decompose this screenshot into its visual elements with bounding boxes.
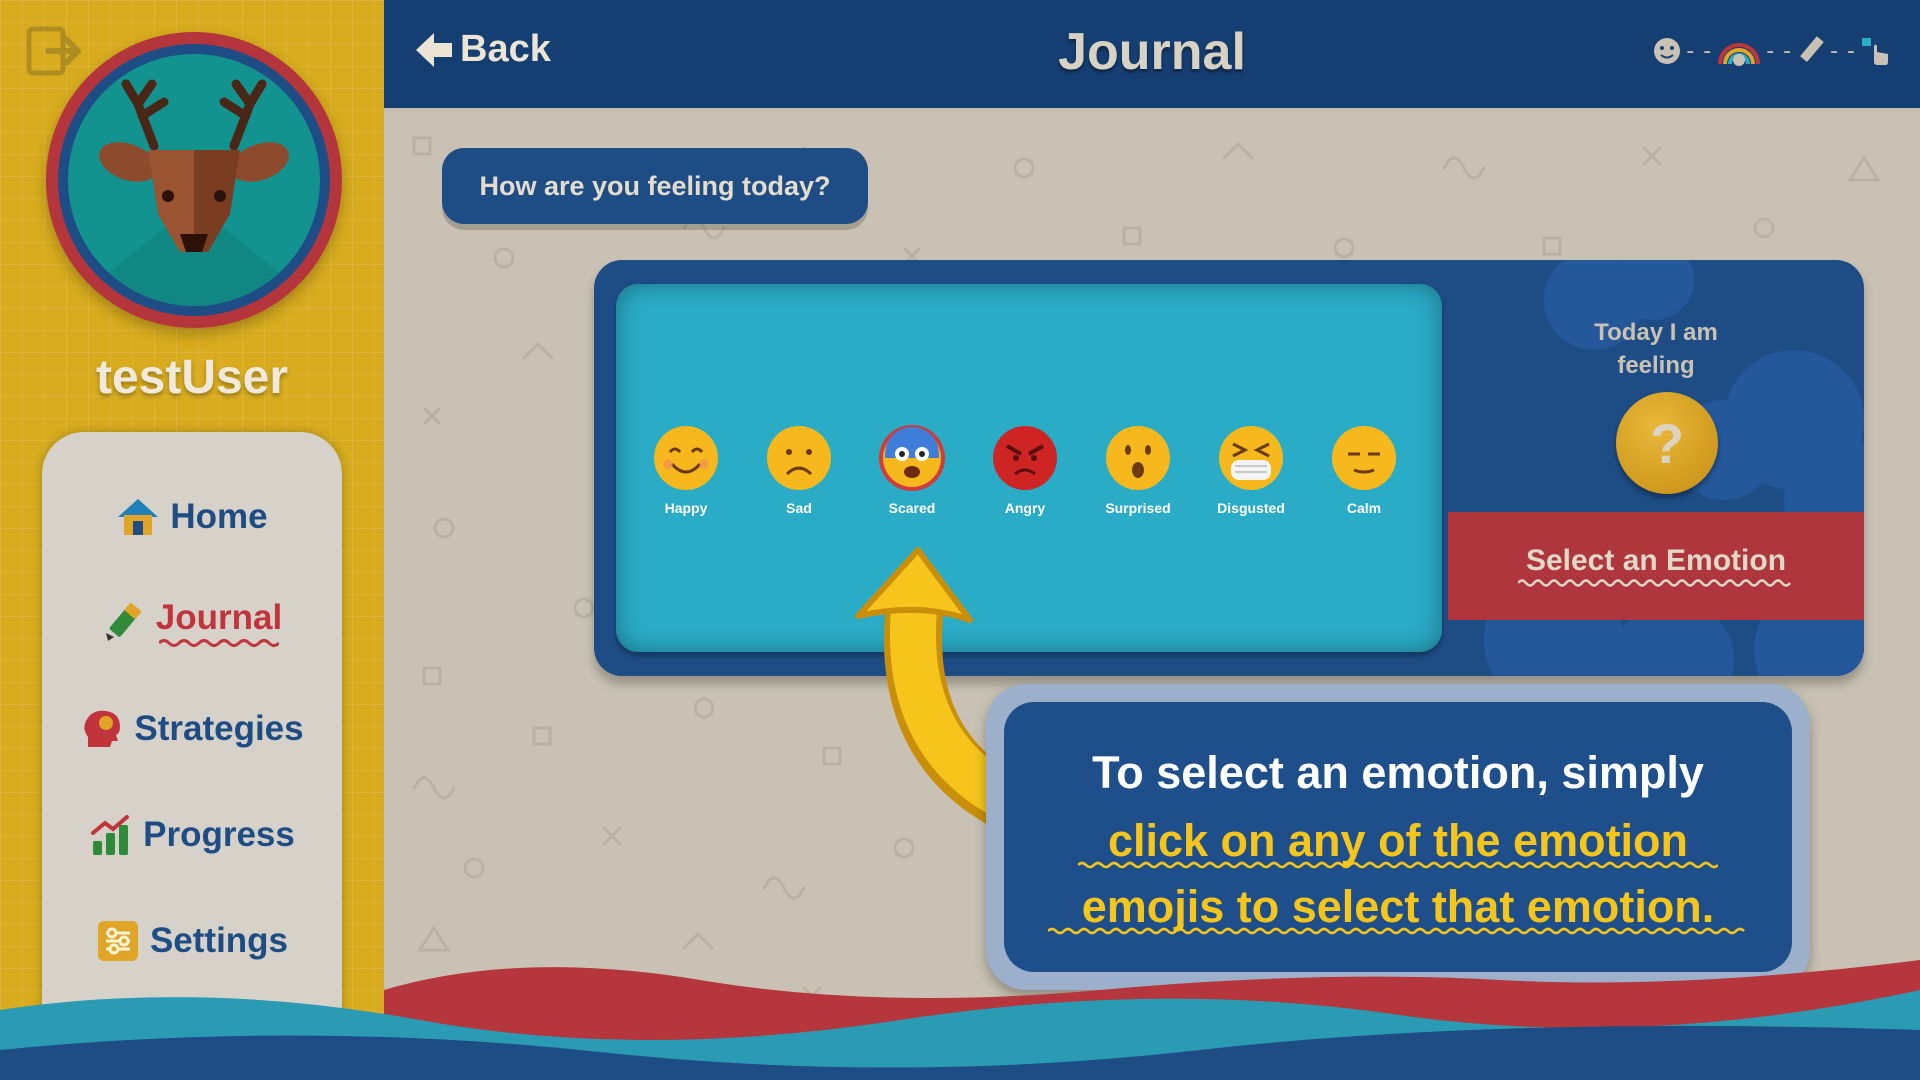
surprised-emoji-icon <box>1106 426 1170 490</box>
tutorial-tooltip: To select an emotion, simply click on an… <box>986 684 1810 990</box>
emotion-card: Happy Sad Scared Angry Surprised Disgust… <box>594 260 1864 676</box>
disgusted-emoji-icon <box>1219 426 1283 490</box>
nav-label-settings: Settings <box>149 921 289 960</box>
scared-emoji-icon <box>879 425 945 491</box>
rainbow-step-icon <box>1718 43 1761 66</box>
emotion-label: Calm <box>1346 500 1382 516</box>
angry-emoji-icon <box>993 426 1057 490</box>
feeling-title-line2: feeling <box>1617 352 1695 379</box>
emotion-calm[interactable]: Calm <box>1330 424 1398 516</box>
sliders-icon <box>97 921 138 961</box>
nav-label-strategies: Strategies <box>134 709 304 748</box>
emotion-sad[interactable]: Sad <box>765 424 833 516</box>
feeling-title-line1: Today I am <box>1594 319 1718 346</box>
step-connector: - - <box>1766 38 1793 64</box>
emotion-happy[interactable]: Happy <box>652 424 720 516</box>
pencil-step-icon <box>1800 36 1824 62</box>
nav-label-home: Home <box>170 497 268 536</box>
calm-emoji-icon <box>1332 426 1396 490</box>
header: Back Journal - - - - - - <box>384 0 1920 108</box>
logout-icon[interactable] <box>26 26 82 76</box>
nav-item-journal[interactable]: Journal <box>42 588 342 658</box>
active-underline <box>158 639 279 647</box>
home-icon <box>118 499 159 535</box>
pointer-step-icon <box>1862 38 1888 65</box>
emotion-label: Sad <box>786 500 812 516</box>
progress-steps: - - - - - - <box>1652 36 1890 66</box>
happy-emoji-icon <box>654 426 718 490</box>
tutorial-underline-1 <box>1078 861 1718 869</box>
emotion-label: Angry <box>1004 500 1046 516</box>
bottom-waves <box>0 960 1920 1080</box>
emotion-surprised[interactable]: Surprised <box>1104 424 1172 516</box>
emotion-label: Happy <box>664 500 708 516</box>
deer-icon <box>68 79 320 306</box>
nav-item-strategies[interactable]: Strategies <box>42 694 342 764</box>
sidebar: testUser Home Journal Strategies Progres… <box>0 0 384 1080</box>
tutorial-line-1: To select an emotion, simply <box>1092 747 1704 798</box>
username: testUser <box>95 351 289 404</box>
head-icon <box>84 710 121 747</box>
emotion-label: Scared <box>888 500 936 516</box>
nav-item-progress[interactable]: Progress <box>42 800 342 870</box>
step-connector: - - <box>1830 38 1856 64</box>
question-mark-icon: ? <box>1616 392 1718 494</box>
feeling-panel: Today I am feeling ? Select an Emotion <box>1448 260 1864 676</box>
select-emotion-label: Select an Emotion <box>1525 544 1787 577</box>
tutorial-tooltip-body: To select an emotion, simply click on an… <box>1004 702 1792 972</box>
chart-icon <box>91 815 130 855</box>
emotion-scared[interactable]: Scared <box>878 424 946 516</box>
select-emotion-button[interactable]: Select an Emotion <box>1448 512 1864 620</box>
pencil-icon <box>105 602 142 641</box>
feeling-title: Today I am feeling <box>1448 316 1864 382</box>
step-connector: - - <box>1686 38 1713 64</box>
emotion-label: Disgusted <box>1217 500 1285 516</box>
select-underline <box>1518 579 1791 587</box>
nav-label-progress: Progress <box>143 815 295 854</box>
nav-label-journal: Journal <box>155 598 283 637</box>
emotion-disgusted[interactable]: Disgusted <box>1217 424 1285 516</box>
sad-emoji-icon <box>767 426 831 490</box>
emoji-row: Happy Sad Scared Angry Surprised Disgust… <box>652 424 1398 516</box>
emotion-angry[interactable]: Angry <box>991 424 1059 516</box>
question-text: How are you feeling today? <box>479 170 831 201</box>
nav-item-home[interactable]: Home <box>42 482 342 552</box>
avatar[interactable] <box>46 32 342 328</box>
tutorial-underline-2 <box>1048 927 1745 935</box>
question-bubble: How are you feeling today? <box>442 148 868 224</box>
emotion-label: Surprised <box>1105 500 1171 516</box>
emoji-step-icon <box>1654 38 1681 64</box>
